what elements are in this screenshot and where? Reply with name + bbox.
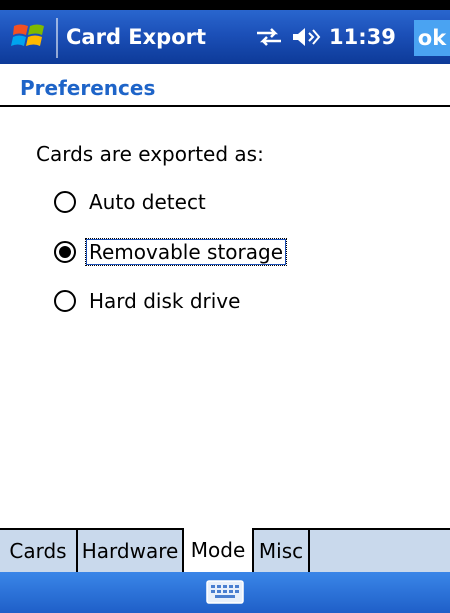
ok-button[interactable]: ok (414, 20, 450, 56)
option-removable-storage[interactable]: Removable storage (54, 237, 288, 267)
tab-bar: Cards Hardware Mode Misc (0, 528, 450, 572)
volume-icon[interactable] (291, 26, 321, 48)
windows-start-icon[interactable] (10, 20, 50, 52)
title-divider (0, 105, 450, 107)
option-auto-detect-label[interactable]: Auto detect (86, 189, 209, 215)
radio-hard-disk-drive[interactable] (54, 290, 76, 312)
tab-misc[interactable]: Misc (254, 530, 310, 572)
radio-auto-detect[interactable] (54, 191, 76, 213)
page-title: Preferences (20, 76, 156, 100)
option-auto-detect[interactable]: Auto detect (54, 187, 209, 217)
connectivity-icon[interactable] (255, 27, 283, 47)
tab-hardware[interactable]: Hardware (78, 530, 184, 572)
top-edge (0, 0, 450, 10)
option-hard-disk-drive[interactable]: Hard disk drive (54, 286, 243, 316)
option-hard-disk-drive-label[interactable]: Hard disk drive (86, 288, 243, 314)
status-area: 11:39 (255, 24, 396, 50)
option-removable-storage-label[interactable]: Removable storage (84, 238, 288, 266)
title-separator (56, 18, 58, 58)
tab-mode[interactable]: Mode (182, 528, 254, 572)
tab-cards[interactable]: Cards (0, 530, 78, 572)
export-mode-prompt: Cards are exported as: (36, 142, 264, 166)
keyboard-icon[interactable] (206, 580, 244, 604)
clock: 11:39 (329, 25, 396, 49)
app-title: Card Export (66, 25, 207, 49)
title-bar: Card Export 11:39 ok (0, 0, 450, 64)
radio-removable-storage[interactable] (54, 241, 76, 263)
command-bar (0, 572, 450, 613)
